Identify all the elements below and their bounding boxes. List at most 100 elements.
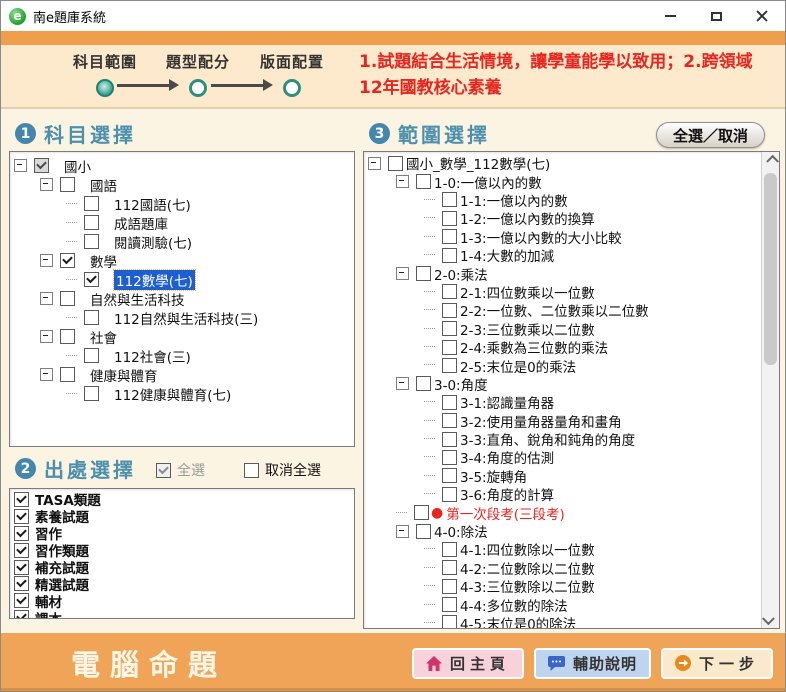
range-tree-item[interactable]: 3-4:角度的估測 [364,448,762,466]
expand-toggle-icon[interactable] [396,175,409,188]
subject-tree-item[interactable]: 閱讀測驗(七) [10,232,354,251]
expand-toggle-icon[interactable] [40,292,53,305]
checkbox[interactable] [442,413,457,428]
source-list-item[interactable]: 輔材 [10,592,354,609]
checkbox[interactable] [60,253,75,268]
checkbox[interactable] [84,272,99,287]
checkbox[interactable] [442,579,457,594]
source-list-item[interactable]: TASA類題 [10,491,354,508]
checkbox[interactable] [14,560,29,575]
subject-tree-item[interactable]: 數學 [10,251,354,270]
checkbox[interactable] [84,196,99,211]
scroll-up-icon[interactable] [762,152,779,169]
subject-tree-item[interactable]: 國小 [10,156,354,175]
source-list-item[interactable]: 習作類題 [10,542,354,559]
expand-toggle-icon[interactable] [396,377,409,390]
checkbox[interactable] [442,192,457,207]
checkbox[interactable] [84,234,99,249]
checkbox[interactable] [14,610,29,619]
range-tree-item[interactable]: 3-5:旋轉角 [364,467,762,485]
checkbox[interactable] [60,367,75,382]
range-tree-item[interactable]: 2-5:末位是0的乘法 [364,356,762,374]
range-tree-item[interactable]: 3-6:角度的計算 [364,485,762,503]
checkbox[interactable] [14,492,29,507]
scroll-down-icon[interactable] [762,611,779,628]
range-tree-item[interactable]: 國小_數學_112數學(七) [364,154,762,172]
checkbox[interactable] [442,560,457,575]
range-tree-item[interactable]: 4-0:除法 [364,522,762,540]
checkbox[interactable] [14,576,29,591]
range-tree-item[interactable]: 3-2:使用量角器量角和畫角 [364,411,762,429]
checkbox[interactable] [416,376,431,391]
checkbox[interactable] [34,158,49,173]
range-tree-item[interactable]: 4-2:二位數除以二位數 [364,559,762,577]
subject-tree-item[interactable]: 112數學(七) [10,270,354,289]
checkbox[interactable] [60,291,75,306]
expand-toggle-icon[interactable] [40,330,53,343]
scrollbar-thumb[interactable] [764,173,777,365]
checkbox[interactable] [84,215,99,230]
range-tree-item[interactable]: 4-3:三位數除以二位數 [364,577,762,595]
source-list-item[interactable]: 習作 [10,525,354,542]
range-tree-item[interactable]: 1-0:一億以內的數 [364,172,762,190]
subject-tree-item[interactable]: 國語 [10,175,354,194]
range-tree-item[interactable]: 2-4:乘數為三位數的乘法 [364,338,762,356]
expand-toggle-icon[interactable] [40,178,53,191]
deselect-all-checkbox[interactable] [244,463,259,478]
expand-toggle-icon[interactable] [40,368,53,381]
subject-tree-item[interactable]: 112自然與生活科技(三) [10,308,354,327]
checkbox[interactable] [414,505,429,520]
expand-toggle-icon[interactable] [396,267,409,280]
range-tree-item[interactable]: ●第一次段考(三段考) [364,503,762,521]
checkbox[interactable] [60,177,75,192]
source-list-item[interactable]: 素養試題 [10,508,354,525]
checkbox[interactable] [442,542,457,557]
subject-tree-item[interactable]: 112國語(七) [10,194,354,213]
toggle-all-button[interactable]: 全選／取消 [656,122,765,148]
select-all-checkbox[interactable] [156,463,171,478]
maximize-icon[interactable] [693,1,739,31]
range-tree-item[interactable]: 2-0:乘法 [364,264,762,282]
range-tree-item[interactable]: 2-3:三位數乘以二位數 [364,320,762,338]
range-tree-item[interactable]: 3-0:角度 [364,375,762,393]
checkbox[interactable] [442,487,457,502]
range-tree-item[interactable]: 1-4:大數的加減 [364,246,762,264]
checkbox[interactable] [442,597,457,612]
minimize-icon[interactable] [647,1,693,31]
close-icon[interactable] [739,1,785,31]
checkbox[interactable] [14,509,29,524]
checkbox[interactable] [14,526,29,541]
checkbox[interactable] [442,450,457,465]
checkbox[interactable] [442,284,457,299]
checkbox[interactable] [14,543,29,558]
checkbox[interactable] [84,386,99,401]
checkbox[interactable] [442,340,457,355]
range-tree-item[interactable]: 3-3:直角、銳角和鈍角的角度 [364,430,762,448]
checkbox[interactable] [442,468,457,483]
range-tree-item[interactable]: 3-1:認識量角器 [364,393,762,411]
checkbox[interactable] [442,358,457,373]
checkbox[interactable] [14,593,29,608]
range-tree-item[interactable]: 2-1:四位數乘以一位數 [364,283,762,301]
checkbox[interactable] [60,329,75,344]
next-step-button[interactable]: 下一步 [661,648,773,679]
expand-toggle-icon[interactable] [368,157,381,170]
range-tree-item[interactable]: 4-5:末位是0的除法 [364,614,762,628]
range-tree-item[interactable]: 4-1:四位數除以一位數 [364,540,762,558]
checkbox[interactable] [442,248,457,263]
range-tree-item[interactable]: 1-3:一億以內數的大小比較 [364,228,762,246]
subject-tree-item[interactable]: 成語題庫 [10,213,354,232]
subject-tree-item[interactable]: 112健康與體育(七) [10,384,354,403]
expand-toggle-icon[interactable] [40,254,53,267]
range-tree-item[interactable]: 1-2:一億以內數的換算 [364,209,762,227]
checkbox[interactable] [416,524,431,539]
checkbox[interactable] [442,321,457,336]
range-tree-item[interactable]: 4-4:多位數的除法 [364,595,762,613]
checkbox[interactable] [442,395,457,410]
checkbox[interactable] [388,156,403,171]
subject-tree-item[interactable]: 112社會(三) [10,346,354,365]
help-button[interactable]: 輔助說明 [534,648,651,679]
checkbox[interactable] [442,615,457,628]
checkbox[interactable] [442,432,457,447]
subject-tree-item[interactable]: 健康與體育 [10,365,354,384]
